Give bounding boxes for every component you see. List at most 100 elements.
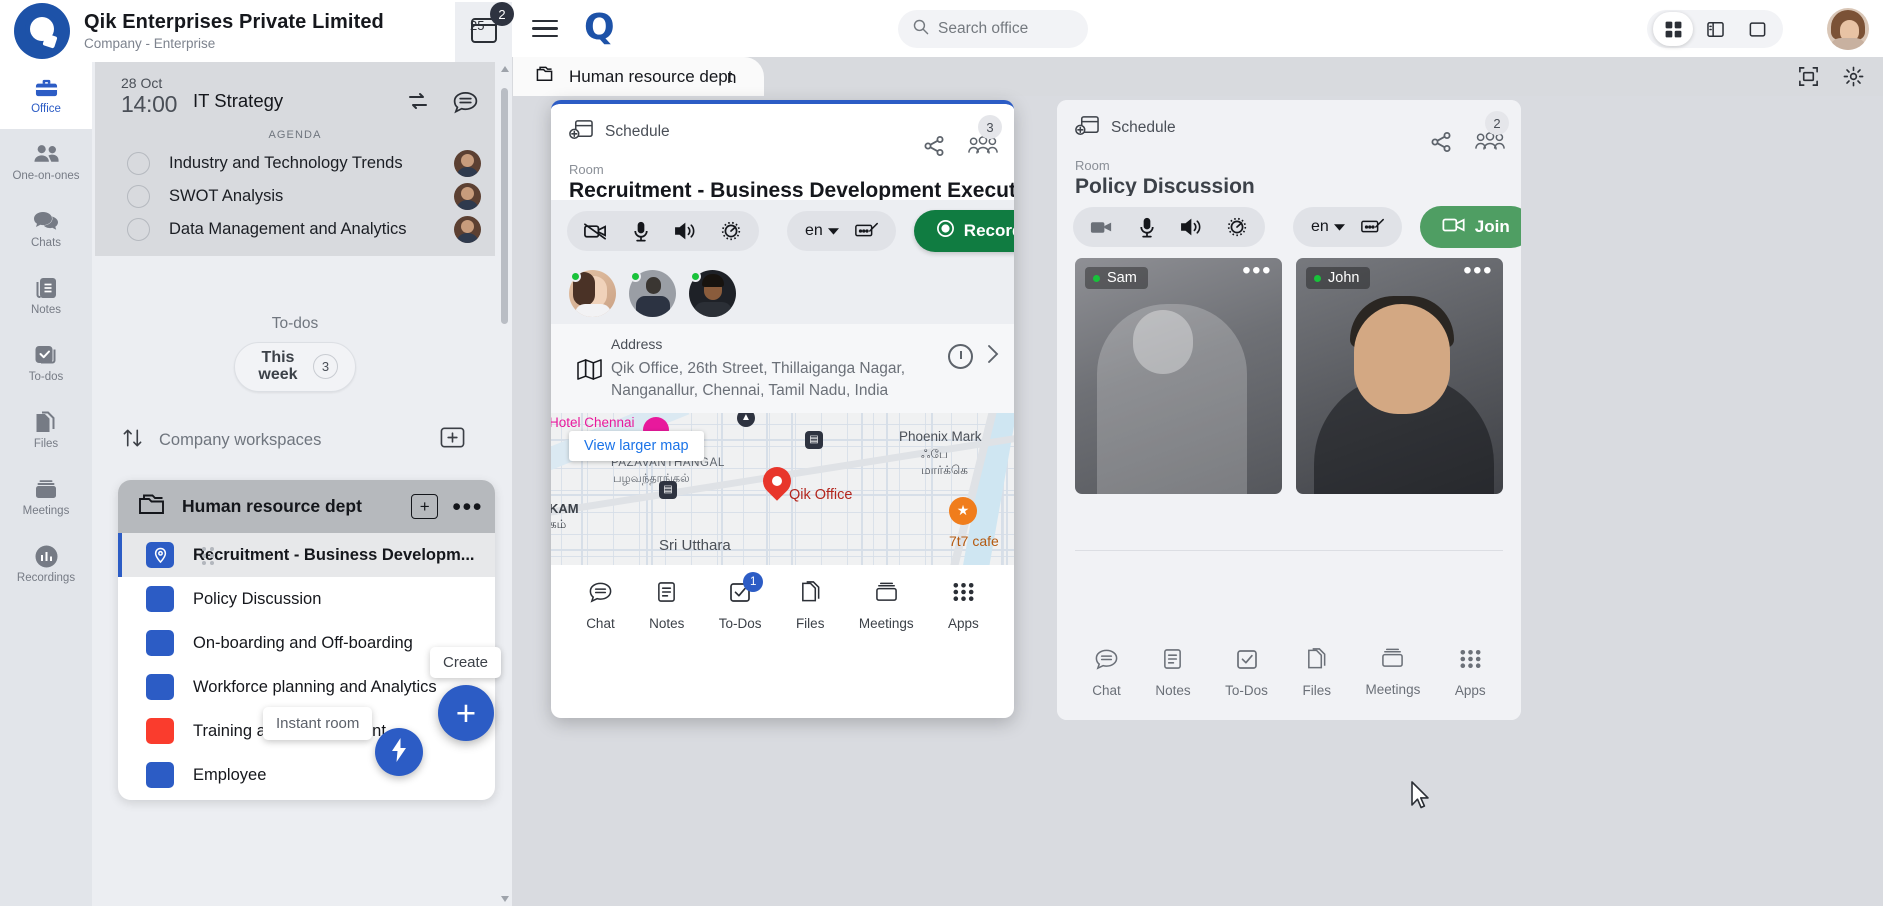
participant-avatar-3[interactable] [689, 269, 736, 317]
location-map[interactable]: Hotel Chennai Phoenix Mark ஃபே மார்க்கெ … [551, 412, 1014, 565]
sidebar-item-recordings[interactable]: Recordings [0, 531, 92, 598]
more-dots-icon[interactable]: ••• [1463, 258, 1493, 283]
agenda-checkbox[interactable] [127, 185, 150, 208]
repeat-icon[interactable] [406, 90, 430, 119]
user-avatar[interactable] [1827, 8, 1869, 50]
scrollbar-thumb[interactable] [501, 88, 508, 324]
settings-gear-icon[interactable] [708, 211, 753, 251]
todos-title: To-dos [271, 315, 319, 332]
share-icon[interactable] [922, 134, 946, 163]
language-selector[interactable]: en [1299, 218, 1351, 236]
sidebar-item-meetings[interactable]: Meetings [0, 464, 92, 531]
tab-files[interactable]: Files [1302, 647, 1331, 698]
sort-arrows-icon[interactable] [122, 427, 143, 454]
agenda-card: 28 Oct 14:00 IT Strategy AGENDA Industry… [95, 62, 495, 256]
record-button[interactable]: Record [913, 210, 1014, 252]
sidebar-item-one-on-ones[interactable]: One-on-ones [0, 129, 92, 196]
tab-partial-label[interactable]: n [727, 68, 736, 88]
whiteboard-icon[interactable] [845, 211, 890, 251]
sidebar-item-to-dos[interactable]: To-dos [0, 330, 92, 397]
whiteboard-icon[interactable] [1351, 207, 1396, 247]
video-off-icon[interactable] [573, 211, 618, 251]
share-icon[interactable] [1429, 130, 1453, 159]
tab-apps[interactable]: Apps [1455, 647, 1486, 698]
agenda-checkbox[interactable] [127, 218, 150, 241]
instant-room-button[interactable] [375, 728, 423, 776]
speaker-icon[interactable] [663, 211, 708, 251]
todos-this-week-chip[interactable]: This week 3 [234, 342, 356, 392]
drag-handle[interactable] [202, 547, 215, 565]
tab-todos[interactable]: To-Dos [1225, 647, 1268, 698]
agenda-item[interactable]: Industry and Technology Trends [95, 147, 495, 180]
workspace-room-employee[interactable]: Employee [118, 753, 495, 797]
calendar-badge[interactable]: 25 2 [455, 2, 514, 62]
checkbox-icon: 1 [728, 572, 764, 609]
view-larger-map-link[interactable]: View larger map [569, 430, 704, 461]
qr-scan-icon[interactable] [1797, 65, 1820, 93]
single-panel-icon[interactable] [1737, 12, 1777, 46]
people-group-icon[interactable]: 2 [1475, 111, 1509, 158]
video-tile-sam[interactable]: Sam ••• [1075, 258, 1282, 494]
chat-icon[interactable] [452, 90, 479, 119]
tab-todos[interactable]: 1 To-Dos [719, 572, 764, 631]
sidebar-item-chats[interactable]: Chats [0, 196, 92, 263]
add-workspace-icon[interactable] [439, 425, 466, 455]
participant-avatar-2[interactable] [629, 269, 676, 317]
tab-chat[interactable]: Chat [586, 580, 615, 631]
workspace-header[interactable]: Human resource dept + ••• [118, 480, 495, 533]
top-bar: Q Search office [512, 0, 1883, 57]
tab-chat[interactable]: Chat [1092, 647, 1121, 698]
sidebar-item-files[interactable]: Files [0, 397, 92, 464]
video-icon[interactable] [1079, 207, 1124, 247]
microphone-icon[interactable] [618, 211, 663, 251]
people-group-icon[interactable]: 3 [968, 115, 1002, 162]
sidebar-item-notes[interactable]: Notes [0, 263, 92, 330]
map-label-qik-office: Qik Office [789, 486, 853, 503]
search-input[interactable]: Search office [898, 10, 1088, 48]
video-tile-john[interactable]: John ••• [1296, 258, 1503, 494]
gear-icon[interactable] [1842, 65, 1865, 93]
split-panel-icon[interactable] [1695, 12, 1735, 46]
add-room-button[interactable]: + [411, 494, 439, 519]
tab-notes[interactable]: Notes [649, 580, 684, 631]
agenda-item[interactable]: SWOT Analysis [95, 180, 495, 213]
tab-meetings[interactable]: Meetings [1366, 647, 1420, 697]
agenda-checkbox[interactable] [127, 152, 150, 175]
agenda-item[interactable]: Data Management and Analytics [95, 213, 495, 246]
grid-icon[interactable] [1653, 12, 1693, 46]
scroll-down-arrow[interactable] [501, 896, 509, 902]
add-calendar-icon[interactable] [1075, 114, 1100, 142]
tab-meetings[interactable]: Meetings [859, 581, 914, 631]
tab-apps[interactable]: Apps [948, 580, 979, 631]
language-selector[interactable]: en [793, 222, 845, 240]
agenda-assignee-avatar[interactable] [454, 183, 481, 210]
clock-icon[interactable] [948, 344, 973, 369]
sidebar-item-office[interactable]: Office [0, 62, 92, 129]
microphone-icon[interactable] [1124, 207, 1169, 247]
agenda-assignee-avatar[interactable] [454, 150, 481, 177]
sidebar-label: Meetings [22, 505, 70, 518]
workspace-room-policy-discussion[interactable]: Policy Discussion [118, 577, 495, 621]
join-button[interactable]: Join [1419, 206, 1521, 248]
speaker-icon[interactable] [1169, 207, 1214, 247]
chat-icon [1094, 647, 1119, 676]
todos-chip-label: This week [258, 349, 298, 383]
workspace-room-recruitment[interactable]: Recruitment - Business Developm... [118, 533, 495, 577]
participant-avatar-1[interactable] [569, 269, 616, 317]
chevron-right-icon[interactable] [987, 344, 1000, 369]
sidebar-scrollbar[interactable] [501, 66, 509, 902]
create-button[interactable]: + [438, 685, 494, 741]
sidebar-label: Files [33, 438, 59, 451]
more-dots-icon[interactable]: ••• [1242, 258, 1272, 283]
settings-gear-icon[interactable] [1214, 207, 1259, 247]
search-placeholder: Search office [938, 20, 1029, 37]
hamburger-menu-icon[interactable] [532, 19, 558, 38]
tab-files-label: Files [795, 616, 825, 632]
workspace-more-button[interactable]: ••• [452, 494, 483, 519]
tab-files[interactable]: Files [795, 580, 825, 632]
scroll-up-arrow[interactable] [501, 66, 509, 72]
add-calendar-icon[interactable] [569, 118, 594, 146]
tab-notes[interactable]: Notes [1155, 647, 1191, 698]
agenda-assignee-avatar[interactable] [454, 216, 481, 243]
company-subtitle: Company - Enterprise [84, 36, 216, 51]
